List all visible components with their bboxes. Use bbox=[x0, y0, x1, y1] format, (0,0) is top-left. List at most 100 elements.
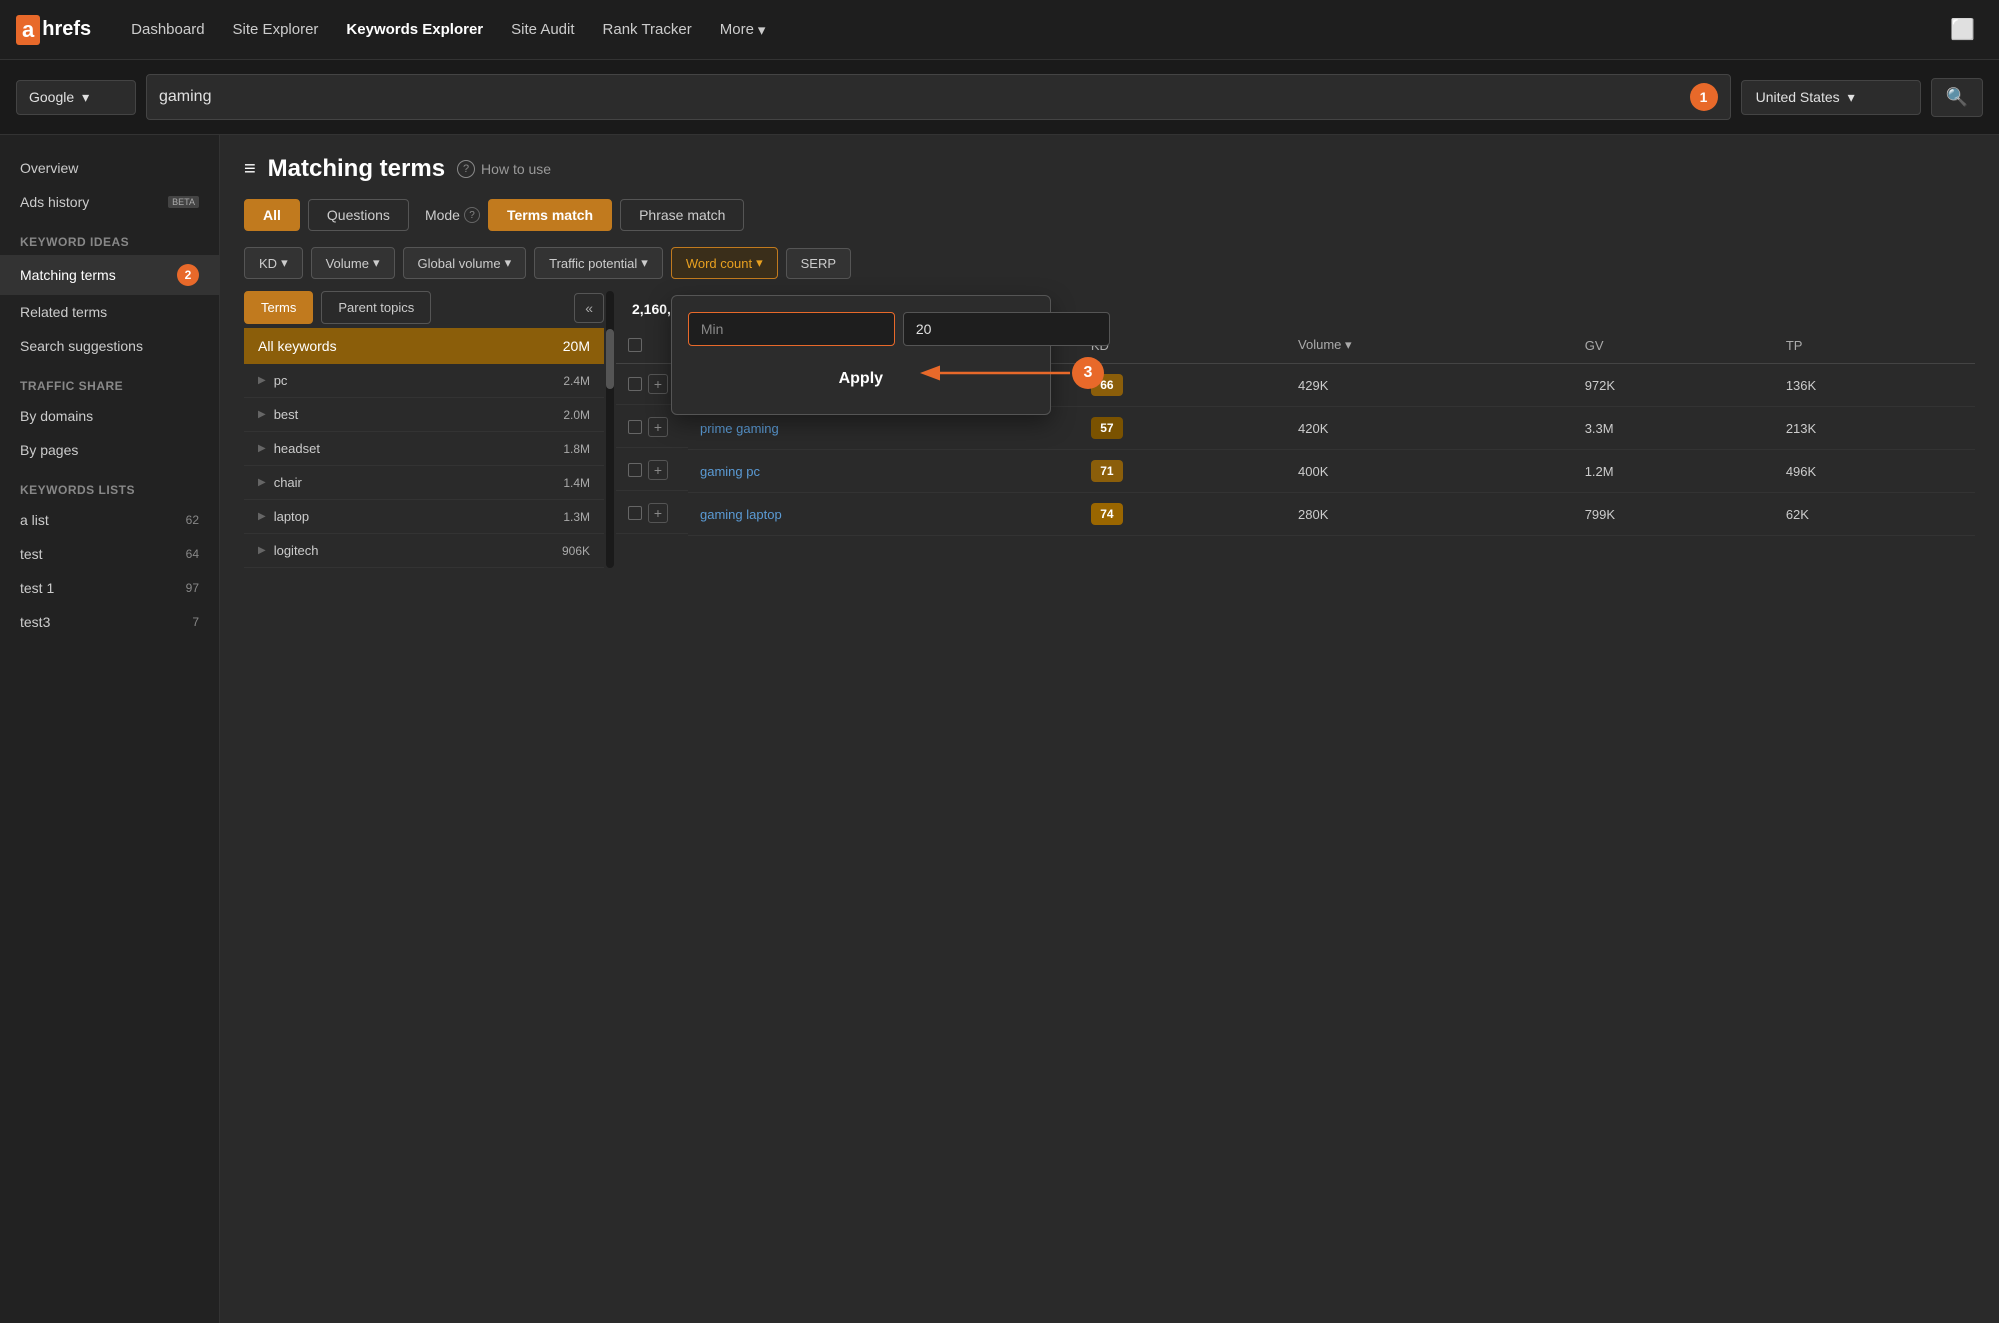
tab-all[interactable]: All bbox=[244, 199, 300, 231]
kw-arrow-icon: ▶ bbox=[258, 409, 266, 420]
select-all-checkbox[interactable] bbox=[628, 338, 642, 352]
beta-badge: BETA bbox=[168, 196, 199, 208]
sidebar-item-search-suggestions[interactable]: Search suggestions bbox=[0, 329, 219, 363]
tp-cell: 496K bbox=[1774, 450, 1975, 493]
engine-label: Google bbox=[29, 89, 74, 105]
nav-more[interactable]: More ▾ bbox=[708, 13, 778, 47]
country-select[interactable]: United States ▾ bbox=[1741, 80, 1921, 115]
kw-volume: 1.8M bbox=[563, 442, 590, 456]
nav-links: Dashboard Site Explorer Keywords Explore… bbox=[119, 13, 1030, 47]
filter-traffic-potential[interactable]: Traffic potential ▾ bbox=[534, 247, 663, 279]
word-count-popup: Apply bbox=[671, 295, 1051, 415]
kw-volume: 2.0M bbox=[563, 408, 590, 422]
filter-volume[interactable]: Volume ▾ bbox=[311, 247, 395, 279]
chevron-down-icon: ▾ bbox=[758, 21, 766, 39]
row-checkbox[interactable] bbox=[628, 463, 642, 477]
filter-kd[interactable]: KD ▾ bbox=[244, 247, 303, 279]
kd-cell: 57 bbox=[1079, 407, 1286, 450]
keyword-cell[interactable]: gaming pc bbox=[688, 450, 1079, 493]
add-keyword-button[interactable]: + bbox=[648, 417, 668, 437]
scrollbar[interactable] bbox=[606, 291, 614, 568]
how-to-use-button[interactable]: ? How to use bbox=[457, 160, 551, 178]
search-button[interactable]: 🔍 bbox=[1931, 78, 1983, 117]
word-count-max-input[interactable] bbox=[903, 312, 1110, 346]
word-count-min-input[interactable] bbox=[688, 312, 895, 346]
subtab-parent-topics[interactable]: Parent topics bbox=[321, 291, 431, 324]
list-item[interactable]: ▶ logitech 906K bbox=[244, 534, 604, 568]
help-circle-icon: ? bbox=[457, 160, 475, 178]
sidebar-item-ads-history[interactable]: Ads history BETA bbox=[0, 185, 219, 219]
sidebar-item-by-pages[interactable]: By pages bbox=[0, 433, 219, 467]
nav-site-audit[interactable]: Site Audit bbox=[499, 13, 586, 46]
th-volume[interactable]: Volume ▾ bbox=[1286, 327, 1573, 364]
filter-word-count[interactable]: Word count ▾ bbox=[671, 247, 778, 279]
country-label: United States bbox=[1756, 89, 1840, 105]
kw-arrow-icon: ▶ bbox=[258, 443, 266, 454]
nav-site-explorer[interactable]: Site Explorer bbox=[221, 13, 331, 46]
th-gv: GV bbox=[1573, 327, 1774, 364]
keyword-list: All keywords 20M ▶ pc 2.4M ▶ best 2.0M bbox=[244, 328, 604, 568]
sidebar-item-test3[interactable]: test3 7 bbox=[0, 605, 219, 639]
sidebar-item-test1[interactable]: test 1 97 bbox=[0, 571, 219, 605]
kw-name: laptop bbox=[274, 509, 564, 524]
list-item[interactable]: ▶ laptop 1.3M bbox=[244, 500, 604, 534]
list-item[interactable]: ▶ best 2.0M bbox=[244, 398, 604, 432]
kd-cell: 66 bbox=[1079, 364, 1286, 407]
mode-help-icon[interactable]: ? bbox=[464, 207, 480, 223]
page-header: ≡ Matching terms ? How to use bbox=[244, 155, 1975, 183]
nav-more-label: More bbox=[720, 21, 754, 38]
apply-button[interactable]: Apply bbox=[688, 360, 1034, 398]
tab-terms-match[interactable]: Terms match bbox=[488, 199, 612, 231]
sidebar-item-matching-terms[interactable]: Matching terms 2 bbox=[0, 255, 219, 295]
row-checkbox[interactable] bbox=[628, 420, 642, 434]
kw-arrow-icon: ▶ bbox=[258, 545, 266, 556]
kw-arrow-icon: ▶ bbox=[258, 375, 266, 386]
nav-rank-tracker[interactable]: Rank Tracker bbox=[591, 13, 704, 46]
nav-keywords-explorer[interactable]: Keywords Explorer bbox=[334, 13, 495, 46]
kw-name: pc bbox=[274, 373, 564, 388]
sidebar-section-traffic-share: Traffic share bbox=[0, 363, 219, 399]
left-panel: Terms Parent topics « All keywords 20M ▶… bbox=[244, 291, 604, 568]
hamburger-icon[interactable]: ≡ bbox=[244, 158, 256, 181]
row-checkbox[interactable] bbox=[628, 506, 642, 520]
tab-phrase-match[interactable]: Phrase match bbox=[620, 199, 744, 231]
window-icon[interactable]: ⬜ bbox=[1942, 9, 1983, 50]
tab-questions[interactable]: Questions bbox=[308, 199, 409, 231]
table-row: + gaming laptop 74 280K 799K 62K bbox=[616, 493, 1975, 536]
volume-chevron-icon: ▾ bbox=[373, 255, 380, 271]
kd-badge: 57 bbox=[1091, 417, 1123, 439]
sidebar-item-related-terms[interactable]: Related terms bbox=[0, 295, 219, 329]
search-engine-select[interactable]: Google ▾ bbox=[16, 80, 136, 115]
add-keyword-button[interactable]: + bbox=[648, 374, 668, 394]
list-item[interactable]: ▶ headset 1.8M bbox=[244, 432, 604, 466]
country-chevron-icon: ▾ bbox=[1848, 89, 1855, 106]
search-input[interactable] bbox=[159, 88, 1690, 106]
sidebar-item-test[interactable]: test 64 bbox=[0, 537, 219, 571]
gv-cell: 799K bbox=[1573, 493, 1774, 536]
logo-hrefs: hrefs bbox=[42, 18, 91, 41]
add-keyword-button[interactable]: + bbox=[648, 503, 668, 523]
th-kd: KD bbox=[1079, 327, 1286, 364]
gv-cell: 1.2M bbox=[1573, 450, 1774, 493]
add-keyword-button[interactable]: + bbox=[648, 460, 668, 480]
row-checkbox-cell: + bbox=[616, 493, 688, 534]
list-item[interactable]: ▶ chair 1.4M bbox=[244, 466, 604, 500]
gv-cell: 972K bbox=[1573, 364, 1774, 407]
subtab-terms[interactable]: Terms bbox=[244, 291, 313, 324]
logo-a-letter: a bbox=[16, 15, 40, 45]
collapse-button[interactable]: « bbox=[574, 293, 604, 323]
sidebar-item-by-domains[interactable]: By domains bbox=[0, 399, 219, 433]
kw-all-keywords-row[interactable]: All keywords 20M bbox=[244, 328, 604, 364]
content-area: ≡ Matching terms ? How to use All Questi… bbox=[220, 135, 1999, 1323]
row-checkbox[interactable] bbox=[628, 377, 642, 391]
list-item[interactable]: ▶ pc 2.4M bbox=[244, 364, 604, 398]
logo[interactable]: a hrefs bbox=[16, 15, 91, 45]
search-bar: Google ▾ 1 United States ▾ 🔍 bbox=[0, 60, 1999, 135]
filter-global-volume[interactable]: Global volume ▾ bbox=[403, 247, 527, 279]
nav-dashboard[interactable]: Dashboard bbox=[119, 13, 216, 46]
sidebar-item-overview[interactable]: Overview bbox=[0, 151, 219, 185]
kd-cell: 74 bbox=[1079, 493, 1286, 536]
keyword-cell[interactable]: gaming laptop bbox=[688, 493, 1079, 536]
filter-serp[interactable]: SERP bbox=[786, 248, 851, 279]
sidebar-item-a-list[interactable]: a list 62 bbox=[0, 503, 219, 537]
